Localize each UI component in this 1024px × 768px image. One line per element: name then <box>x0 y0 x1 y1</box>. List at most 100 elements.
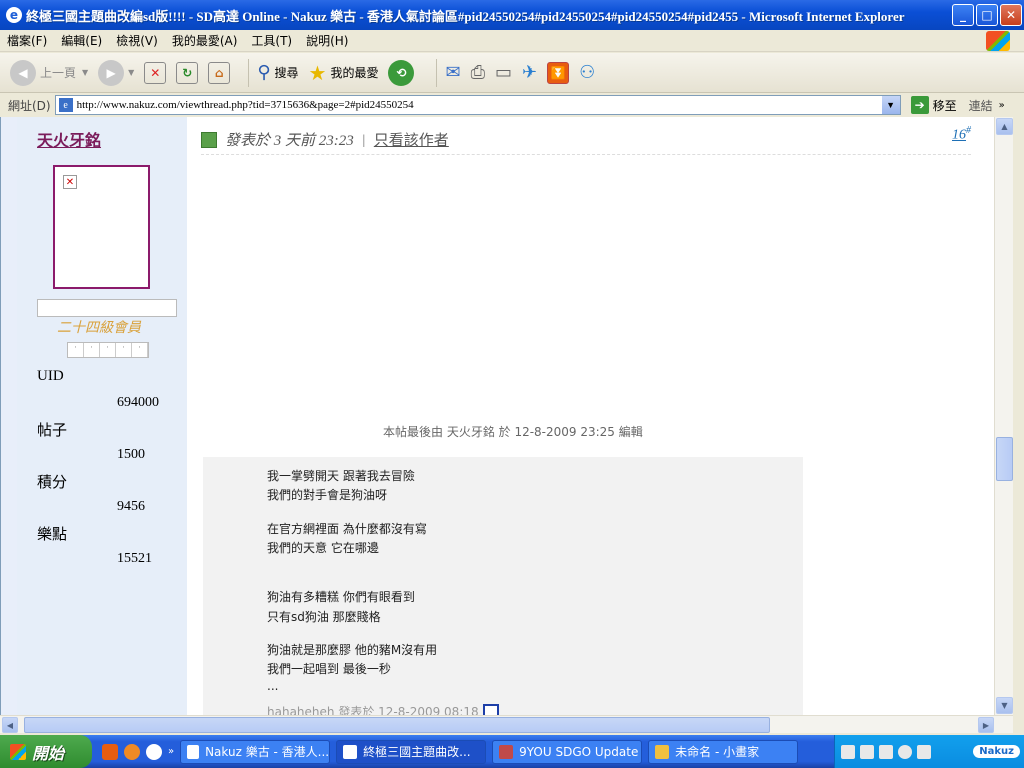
rank-image <box>37 299 177 317</box>
go-button[interactable]: ➔ 移至 <box>910 96 957 114</box>
address-dropdown-icon[interactable]: ▼ <box>881 96 900 114</box>
task-label: 終極三國主題曲改... <box>363 745 471 759</box>
address-field[interactable]: e http://www.nakuz.com/viewthread.php?ti… <box>54 95 901 115</box>
refresh-icon[interactable]: ↻ <box>176 61 199 84</box>
nakuz-tray-icon[interactable]: Nakuz <box>973 745 1020 758</box>
download-icon[interactable]: ⏬ <box>547 61 570 84</box>
back-arrow-icon: ◀ <box>10 59 36 86</box>
home-icon[interactable]: ⌂ <box>208 61 231 84</box>
task-sdgo-update[interactable]: 9YOU SDGO Update <box>492 739 643 764</box>
author-sidebar: 天火牙銘 ✕ 二十四級會員 · · · · · UID 694000 帖子 15… <box>17 117 187 715</box>
volume-icon[interactable] <box>917 744 931 759</box>
vertical-scrollbar[interactable]: ▲ ▼ <box>994 117 1013 715</box>
post-header: 發表於 3 天前 23:23 | 只看該作者 16# <box>201 125 971 155</box>
print-icon[interactable]: ⎙ <box>471 62 485 83</box>
back-icon[interactable] <box>898 744 912 759</box>
scroll-down-icon[interactable]: ▼ <box>996 697 1013 714</box>
menu-file[interactable]: 檔案(F) <box>0 32 54 49</box>
post-time: 發表於 3 天前 23:23 <box>225 133 354 149</box>
menu-help[interactable]: 說明(H) <box>299 32 355 49</box>
broken-image-icon: ✕ <box>63 175 77 189</box>
author-username[interactable]: 天火牙銘 <box>37 127 101 151</box>
task-label: 未命名 - 小畫家 <box>675 745 760 759</box>
task-label: 9YOU SDGO Update <box>519 744 639 759</box>
network-icon[interactable] <box>879 744 893 759</box>
taskbar: 開始 » Nakuz 樂古 - 香港人... 終極三國主題曲改... 9YOU … <box>0 735 1024 768</box>
stat-credits-value: 15521 <box>117 551 152 566</box>
start-button[interactable]: 開始 <box>0 735 92 768</box>
stat-uid-value: 694000 <box>117 395 159 410</box>
ie-icon <box>187 744 200 759</box>
ie-icon <box>343 744 358 759</box>
lyric-line: 在官方網裡面 為什麼都沒有寫 <box>267 522 427 536</box>
system-tray: Nakuz <box>834 735 1024 768</box>
left-margin <box>1 117 17 715</box>
chevron-right-icon[interactable]: » <box>168 746 174 757</box>
maximize-button[interactable]: □ <box>976 4 998 26</box>
stat-points-label: 積分 <box>37 475 68 491</box>
star-icon: ★ <box>308 60 327 85</box>
keyboard-icon[interactable] <box>841 744 855 759</box>
menu-edit[interactable]: 編輯(E) <box>54 32 109 49</box>
history-icon[interactable]: ⟲ <box>388 59 415 86</box>
task-current-thread[interactable]: 終極三國主題曲改... <box>336 739 487 764</box>
menu-tools[interactable]: 工具(T) <box>244 32 299 49</box>
lyric-line: 狗油就是那麼膠 他的豬M沒有用 <box>267 643 438 657</box>
avatar: ✕ <box>53 165 150 289</box>
back-label: 上一頁 <box>40 66 77 80</box>
start-label: 開始 <box>32 743 65 763</box>
task-nakuz[interactable]: Nakuz 樂古 - 香港人... <box>180 739 331 764</box>
back-dropdown-icon[interactable]: ▼ <box>82 68 88 77</box>
lyric-line: 我們的對手會是狗油呀 <box>267 488 388 502</box>
star-icon: · <box>116 343 132 357</box>
mail-icon[interactable]: ✉ <box>445 62 460 83</box>
star-icon: · <box>68 343 84 357</box>
forward-button[interactable]: ▶ ▼ <box>98 59 134 86</box>
links-label[interactable]: 連結 <box>969 97 993 114</box>
lyric-line: 只有sd狗油 那麼賤格 <box>267 610 381 624</box>
task-paint[interactable]: 未命名 - 小畫家 <box>648 739 799 764</box>
toolbar-separator <box>436 58 438 87</box>
forward-dropdown-icon[interactable]: ▼ <box>128 68 134 77</box>
stop-icon[interactable]: ✕ <box>144 61 167 84</box>
back-button[interactable]: ◀ 上一頁 ▼ <box>10 59 88 86</box>
scroll-right-icon[interactable]: ▶ <box>978 717 994 733</box>
media-player-icon[interactable] <box>146 743 162 760</box>
minimize-button[interactable]: _ <box>952 4 974 26</box>
divider: | <box>361 132 366 147</box>
quick-launch: » <box>102 743 174 760</box>
help-icon[interactable] <box>860 744 874 759</box>
floor-number[interactable]: 16# <box>952 125 971 144</box>
firefox-icon[interactable] <box>124 743 140 760</box>
vertical-scroll-thumb[interactable] <box>996 437 1013 481</box>
floor-number-text[interactable]: 16 <box>952 128 966 143</box>
toolbar-separator <box>248 58 250 87</box>
favorites-button[interactable]: ★ 我的最愛 <box>309 61 379 85</box>
user-icon <box>201 131 217 148</box>
quote-checkbox[interactable] <box>482 703 499 715</box>
menu-view[interactable]: 檢視(V) <box>109 32 165 49</box>
stat-credits-label: 樂點 <box>37 527 68 543</box>
menu-favorites[interactable]: 我的最愛(A) <box>165 32 245 49</box>
horizontal-scroll-thumb[interactable] <box>24 717 770 733</box>
quote-signature: hahaheheh 發表於 12-8-2009 08:18 <box>267 703 499 715</box>
windows-flag-icon <box>986 31 1010 51</box>
address-bar: 網址(D) e http://www.nakuz.com/viewthread.… <box>0 94 1024 116</box>
window-right-edge <box>1013 117 1024 733</box>
close-button[interactable]: ✕ <box>1000 4 1022 26</box>
search-button[interactable]: ⚲ 搜尋 <box>257 62 298 83</box>
scroll-up-icon[interactable]: ▲ <box>996 118 1013 135</box>
messenger-icon[interactable]: ✈ <box>522 62 537 83</box>
address-url[interactable]: http://www.nakuz.com/viewthread.php?tid=… <box>77 99 414 111</box>
users-icon[interactable]: ⚇ <box>579 62 595 83</box>
horizontal-scrollbar[interactable]: ◀ ▶ <box>0 715 1013 733</box>
lyric-line: 我們一起唱到 最後一秒 <box>267 662 391 676</box>
quote-author-line: hahaheheh 發表於 12-8-2009 08:18 <box>267 705 479 715</box>
only-author-link[interactable]: 只看該作者 <box>374 129 449 150</box>
download-icon[interactable] <box>102 743 118 760</box>
scroll-left-icon[interactable]: ◀ <box>2 717 18 733</box>
edit-icon[interactable]: ▭ <box>495 62 512 83</box>
lyric-line: 我一掌劈開天 跟著我去冒險 <box>267 469 415 483</box>
window-title-bar: e 終極三國主題曲改編sd版!!!! - SD高達 Online - Nakuz… <box>0 0 1024 30</box>
chevron-right-icon[interactable]: » <box>999 100 1005 111</box>
